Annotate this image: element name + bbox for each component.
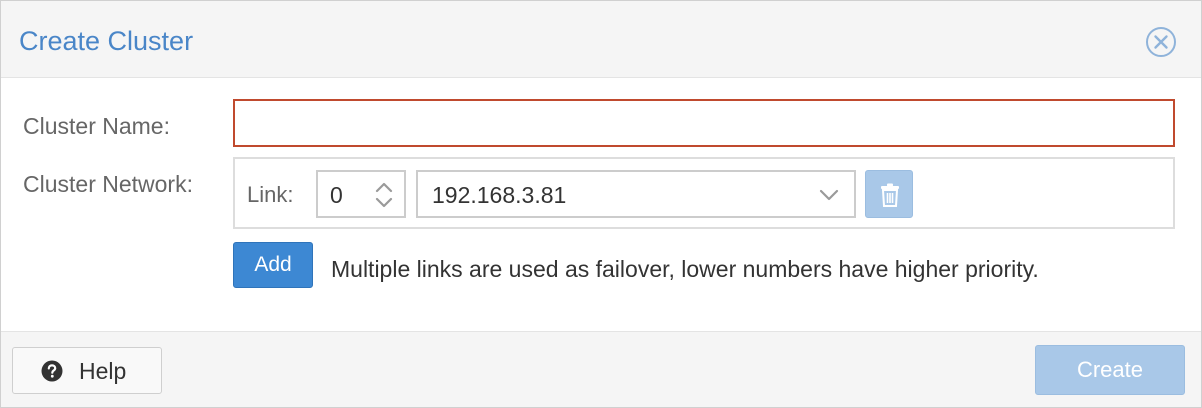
link-label: Link: — [247, 182, 294, 207]
delete-link-button[interactable] — [865, 170, 913, 218]
cluster-network-label: Cluster Network: — [23, 171, 193, 197]
help-button[interactable]: Help — [12, 347, 162, 394]
dialog-title: Create Cluster — [19, 26, 194, 56]
cluster-name-label: Cluster Name: — [23, 113, 170, 139]
link-number-spinner[interactable]: 0 — [316, 170, 406, 218]
link-address-value: 192.168.3.81 — [432, 182, 567, 208]
link-address-select[interactable]: 192.168.3.81 — [416, 170, 856, 218]
create-cluster-dialog: Create Cluster Cluster Name: Cluster Net… — [0, 0, 1202, 408]
create-button[interactable]: Create — [1035, 345, 1185, 395]
cluster-network-links: Link: 0 192.168.3.81 — [233, 157, 1175, 229]
dialog-header: Create Cluster — [1, 1, 1201, 78]
spinner-arrows-icon[interactable] — [372, 179, 396, 211]
question-circle-icon — [41, 360, 63, 382]
cluster-name-input[interactable] — [233, 99, 1175, 147]
chevron-down-icon[interactable] — [818, 184, 840, 206]
add-link-button[interactable]: Add — [233, 242, 313, 288]
dialog-footer: Help Create — [1, 331, 1201, 407]
close-icon[interactable] — [1145, 26, 1177, 58]
failover-hint: Multiple links are used as failover, low… — [331, 256, 1039, 282]
help-label: Help — [79, 358, 127, 384]
link-number-value: 0 — [330, 182, 343, 208]
trash-icon — [881, 183, 899, 207]
